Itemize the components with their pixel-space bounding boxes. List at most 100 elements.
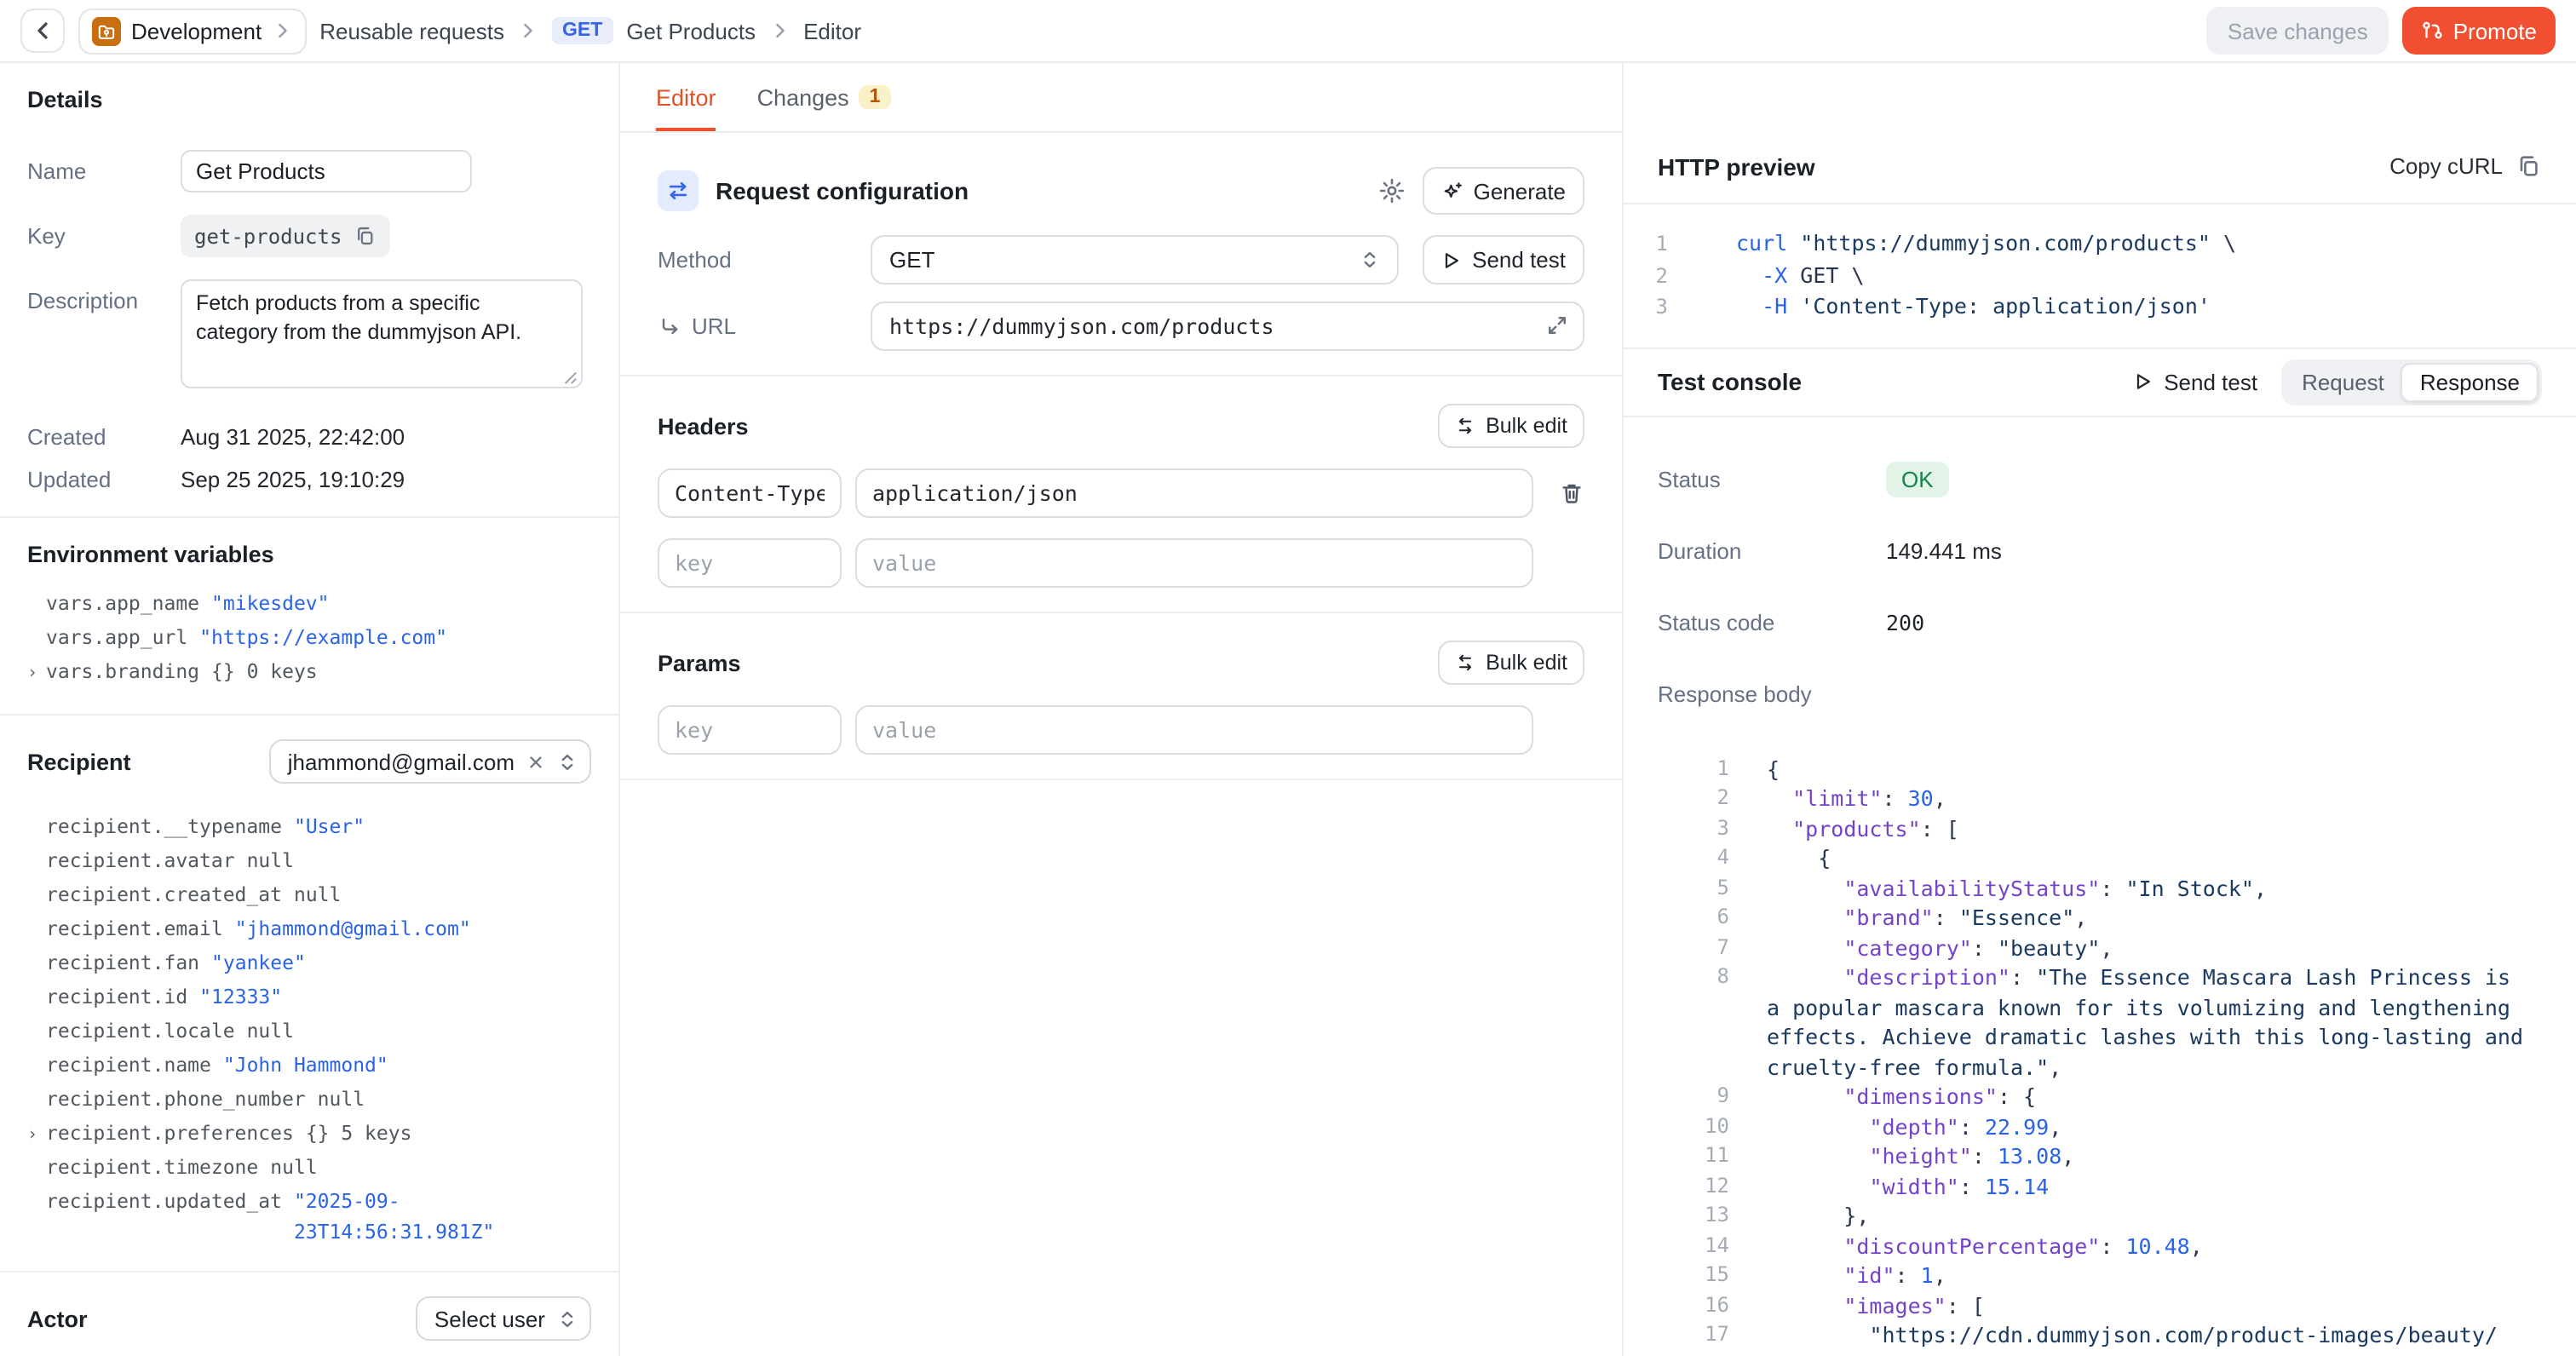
code-line: 2 -X GET \ [1624, 260, 2576, 291]
property-key: recipient.fan [46, 947, 199, 978]
property-value: "John Hammond" [223, 1049, 388, 1080]
recipient-props-list: ›recipient.__typename"User"›recipient.av… [27, 811, 591, 1247]
params-title: Params [658, 650, 741, 675]
generate-button[interactable]: Generate [1423, 167, 1584, 215]
property-row: ›recipient.phone_numbernull [27, 1083, 591, 1118]
expand-icon[interactable] [1545, 313, 1569, 337]
method-select[interactable]: GET [871, 235, 1399, 284]
method-badge: GET [552, 17, 612, 44]
divider [620, 612, 1622, 613]
tab-changes[interactable]: Changes 1 [757, 63, 891, 131]
line-number [1624, 1052, 1729, 1082]
request-configuration-title: Request configuration [716, 177, 969, 204]
http-preview-title: HTTP preview [1658, 152, 1815, 180]
tab-editor[interactable]: Editor [656, 63, 716, 131]
send-test-button[interactable]: Send test [1423, 235, 1584, 284]
code-text: "https://cdn.dummyjson.com/product-image… [1767, 1320, 2498, 1350]
header-key-input[interactable] [658, 468, 842, 518]
property-row: ›recipient.avatarnull [27, 845, 591, 879]
save-changes-button[interactable]: Save changes [2207, 7, 2389, 55]
breadcrumb-reusable-requests[interactable]: Reusable requests [319, 18, 504, 43]
code-text: a popular mascara known for its volumizi… [1767, 992, 2510, 1022]
expand-chevron-icon[interactable]: › [27, 659, 46, 690]
header-value-input[interactable] [855, 538, 1533, 588]
promote-branch-icon [2421, 20, 2443, 42]
environment-name: Development [131, 18, 262, 43]
property-value: "2025-09-23T14:56:31.981Z" [294, 1186, 591, 1247]
env-vars-list: ›vars.app_name"mikesdev"›vars.app_url"ht… [27, 588, 591, 690]
param-value-input[interactable] [855, 705, 1533, 755]
code-line: 8 "description": "The Essence Mascara La… [1624, 962, 2576, 992]
name-field[interactable] [181, 150, 472, 192]
console-send-test-button[interactable]: Send test [2133, 369, 2257, 394]
property-row: ›recipient.updated_at"2025-09-23T14:56:3… [27, 1186, 591, 1247]
code-line: 4 { [1624, 843, 2576, 873]
settings-gear-icon[interactable] [1378, 177, 1406, 204]
headers-title: Headers [658, 413, 749, 439]
swap-arrows-icon [658, 170, 699, 211]
details-sidebar: Details Name Key get-products Descriptio… [0, 63, 620, 1356]
changes-count-badge: 1 [860, 85, 891, 109]
property-key: recipient.avatar [46, 845, 235, 876]
chevron-right-icon [518, 20, 538, 41]
code-text: "brand": "Essence", [1767, 903, 2087, 933]
delete-header-button[interactable] [1559, 480, 1584, 506]
line-number: 1 [1624, 228, 1668, 260]
code-text: cruelty-free formula.", [1767, 1052, 2061, 1082]
copy-curl-button[interactable]: Copy cURL [2389, 153, 2542, 179]
environment-switcher[interactable]: Development [78, 8, 306, 54]
property-value: "User" [294, 811, 365, 842]
url-label: URL [692, 313, 736, 339]
editor-tabs: Editor Changes 1 [620, 63, 1622, 133]
line-number: 15 [1624, 1261, 1729, 1290]
property-row: ›recipient.name"John Hammond" [27, 1049, 591, 1083]
url-input[interactable] [871, 302, 1584, 351]
code-text: "width": 15.14 [1767, 1171, 2049, 1201]
line-number: 3 [1624, 813, 1729, 843]
header-value-input[interactable] [855, 468, 1533, 518]
promote-button[interactable]: Promote [2402, 7, 2556, 55]
toggle-response[interactable]: Response [2401, 362, 2539, 401]
play-icon [2133, 371, 2153, 392]
line-number: 11 [1624, 1141, 1729, 1171]
code-line: essence-mascara-lash-princess/1.webp" [1624, 1350, 2576, 1356]
property-value: null [247, 845, 294, 876]
property-row: ›vars.branding{} 0 keys [27, 656, 591, 690]
property-row: ›recipient.localenull [27, 1015, 591, 1049]
clear-recipient-icon[interactable] [526, 752, 545, 771]
param-key-input[interactable] [658, 705, 842, 755]
code-text: "depth": 22.99, [1767, 1112, 2061, 1141]
chevron-right-icon [272, 20, 292, 41]
copy-key-icon[interactable] [354, 225, 376, 247]
header-key-input[interactable] [658, 538, 842, 588]
property-value: null [247, 1015, 294, 1046]
property-row: ›recipient.timezonenull [27, 1152, 591, 1186]
request-response-toggle: Request Response [2281, 359, 2542, 405]
property-row: ›recipient.fan"yankee" [27, 947, 591, 981]
bulk-edit-icon [1455, 416, 1475, 436]
expand-chevron-icon[interactable]: › [27, 1121, 46, 1152]
breadcrumb-request-name[interactable]: Get Products [626, 18, 756, 43]
code-text: "limit": 30, [1767, 784, 1946, 813]
toggle-request[interactable]: Request [2285, 362, 2401, 401]
line-number: 3 [1624, 291, 1668, 323]
details-title: Details [27, 87, 591, 112]
headers-bulk-edit-button[interactable]: Bulk edit [1438, 404, 1584, 448]
property-key: recipient.phone_number [46, 1083, 306, 1114]
key-value-pill: get-products [181, 215, 389, 257]
select-chevrons-icon [557, 750, 578, 773]
resize-handle-icon[interactable] [562, 370, 578, 385]
chevron-left-icon [31, 19, 55, 43]
code-text: -X GET \ [1736, 260, 1865, 291]
divider [0, 714, 618, 715]
params-bulk-edit-button[interactable]: Bulk edit [1438, 641, 1584, 685]
line-number: 14 [1624, 1231, 1729, 1261]
back-button[interactable] [20, 9, 65, 53]
line-number [1624, 992, 1729, 1022]
top-bar: Development Reusable requests GET Get Pr… [0, 0, 2576, 63]
actor-select[interactable]: Select user [416, 1296, 591, 1341]
description-field[interactable] [181, 279, 583, 388]
recipient-select[interactable]: jhammond@gmail.com [269, 739, 591, 784]
property-key: vars.branding [46, 656, 199, 687]
line-number: 1 [1624, 754, 1729, 784]
